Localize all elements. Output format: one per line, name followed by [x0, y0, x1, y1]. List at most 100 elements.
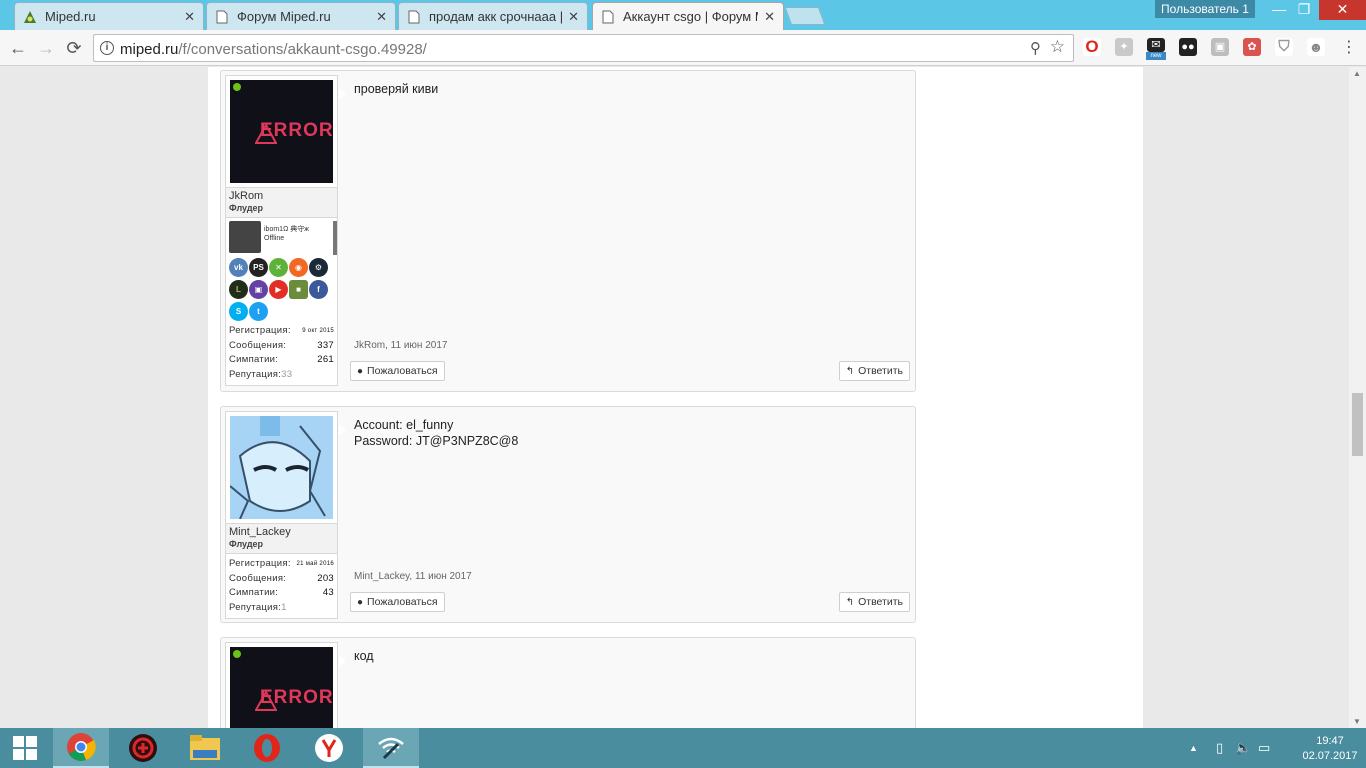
skype-icon[interactable]: S	[229, 302, 248, 321]
minimize-icon[interactable]: —	[1264, 0, 1294, 20]
reply-button[interactable]: ↰ Ответить	[838, 361, 910, 381]
stat-messages: Сообщения: 203	[229, 572, 334, 584]
scroll-down-icon[interactable]: ▼	[1353, 717, 1361, 726]
paw-extension-icon[interactable]: ✿	[1243, 38, 1261, 56]
xbox-icon[interactable]: ✕	[269, 258, 288, 277]
stat-registration: Регистрация: 21 май 2016	[229, 558, 334, 569]
alert-icon: ●	[357, 366, 364, 377]
close-tab-icon[interactable]: ✕	[376, 9, 387, 25]
profile-user-label[interactable]: Пользователь 1	[1155, 0, 1255, 18]
ublock-icon[interactable]: ⛉	[1275, 38, 1293, 56]
avatar[interactable]: ERROR	[225, 642, 346, 728]
yandex-icon[interactable]	[304, 728, 354, 768]
opera-icon[interactable]	[242, 728, 292, 768]
message-text: проверяй киви	[354, 82, 439, 96]
page-scrollbar[interactable]: ▲ ▼	[1349, 67, 1366, 728]
chrome-icon[interactable]	[53, 728, 109, 768]
ice-character-avatar-image	[230, 416, 333, 519]
tab-miped[interactable]: Miped.ru ✕	[14, 2, 204, 30]
new-tab-button[interactable]	[784, 7, 826, 25]
reply-button[interactable]: ↰ Ответить	[838, 592, 910, 612]
online-indicator-icon	[233, 650, 241, 658]
friend-scrollbar[interactable]	[333, 221, 337, 255]
mail-new-icon[interactable]: ✉	[1147, 38, 1165, 52]
tab-account-csgo[interactable]: Аккаунт csgo | Форум M ✕	[592, 2, 784, 30]
bookmark-star-icon[interactable]: ☆	[1050, 37, 1065, 57]
minecraft-icon[interactable]: ■	[289, 280, 308, 299]
battery-icon[interactable]: ▯	[1216, 740, 1223, 756]
info-icon[interactable]: i	[100, 41, 114, 55]
reload-icon[interactable]: ⟳	[63, 37, 85, 59]
league-icon[interactable]: L	[229, 280, 248, 299]
vk-icon[interactable]: vk	[229, 258, 248, 277]
message-user-block: ERROR JkRom Флудер ibom1Ω 典守ж Offline vk…	[225, 75, 346, 386]
url-text[interactable]: miped.ru/f/conversations/akkaunt-csgo.49…	[120, 41, 427, 58]
friend-card[interactable]: ibom1Ω 典守ж Offline	[229, 221, 337, 255]
scroll-up-icon[interactable]: ▲	[1353, 69, 1361, 78]
friend-name: ibom1Ω 典守ж	[264, 226, 309, 233]
stat-likes: Симпатии: 43	[229, 587, 334, 598]
tray-expand-icon[interactable]: ▲	[1189, 743, 1198, 753]
close-tab-icon[interactable]: ✕	[568, 9, 579, 25]
twitch-icon[interactable]: ▣	[249, 280, 268, 299]
ice-character-icon	[230, 416, 333, 519]
tab-title: Форум Miped.ru	[237, 9, 331, 24]
browser-tab-bar: Miped.ru ✕ Форум Miped.ru ✕ продам акк с…	[0, 0, 1366, 30]
back-arrow-icon[interactable]: ←	[7, 37, 29, 59]
speech-arrow-icon	[339, 88, 346, 100]
game-launcher-icon[interactable]	[118, 728, 168, 768]
report-button[interactable]: ● Пожаловаться	[350, 361, 445, 381]
username-link[interactable]: JkRom	[229, 190, 334, 202]
shield-extension-icon[interactable]: ✦	[1115, 38, 1133, 56]
zoom-icon[interactable]: ⚲	[1030, 39, 1041, 57]
stat-messages: Сообщения: 337	[229, 339, 334, 351]
volume-icon[interactable]: 🔈	[1235, 740, 1251, 756]
network-icon[interactable]: ▭	[1258, 740, 1270, 756]
twitter-icon[interactable]: t	[249, 302, 268, 321]
close-window-icon[interactable]: ✕	[1319, 0, 1366, 20]
chrome-menu-icon[interactable]: ⋮	[1338, 37, 1360, 59]
message-meta[interactable]: JkRom, 11 июн 2017	[354, 340, 447, 351]
username-link[interactable]: Mint_Lackey	[229, 526, 334, 538]
tab-title: продам акк срочнааа | Ф	[429, 9, 563, 24]
avatar[interactable]: ERROR	[225, 75, 346, 188]
tampermonkey-icon[interactable]: ●●	[1179, 38, 1197, 56]
facebook-icon[interactable]: f	[309, 280, 328, 299]
tab-title: Аккаунт csgo | Форум M	[623, 9, 759, 24]
windows-start-icon[interactable]	[0, 728, 50, 768]
forward-arrow-icon[interactable]: →	[35, 37, 57, 59]
file-explorer-icon[interactable]	[180, 728, 230, 768]
message: ERROR JkRom Флудер ibom1Ω 典守ж Offline vk…	[220, 70, 916, 392]
social-icons: vk PS ✕ ◉ ⚙ L ▣ ▶ ■ f S t	[229, 258, 333, 324]
image-extension-icon[interactable]: ▣	[1211, 38, 1229, 56]
scrollbar-thumb[interactable]	[1352, 393, 1363, 456]
speech-arrow-icon	[339, 655, 346, 667]
reply-arrow-icon: ↰	[845, 366, 855, 377]
close-tab-icon[interactable]: ✕	[764, 9, 775, 25]
origin-icon[interactable]: ◉	[289, 258, 308, 277]
avatar-error-text: ERROR	[260, 120, 333, 141]
page-icon	[407, 10, 421, 24]
message-text: код	[354, 649, 374, 663]
avatar[interactable]	[225, 411, 346, 524]
opera-icon[interactable]: O	[1083, 38, 1101, 56]
system-clock[interactable]: 19:47 02.07.2017	[1295, 734, 1365, 764]
online-indicator-icon	[233, 83, 241, 91]
report-button[interactable]: ● Пожаловаться	[350, 592, 445, 612]
close-tab-icon[interactable]: ✕	[184, 9, 195, 25]
clock-date: 02.07.2017	[1302, 750, 1358, 762]
network-app-icon[interactable]	[363, 728, 419, 768]
message-meta[interactable]: Mint_Lackey, 11 июн 2017	[354, 571, 472, 582]
playstation-icon[interactable]: PS	[249, 258, 268, 277]
restore-icon[interactable]: ❐	[1291, 0, 1317, 20]
tab-sell-account[interactable]: продам акк срочнааа | Ф ✕	[398, 2, 588, 30]
steam-icon[interactable]: ⚙	[309, 258, 328, 277]
page-icon	[601, 10, 615, 24]
user-extension-icon[interactable]: ☻	[1307, 38, 1325, 56]
message: Mint_Lackey Флудер Регистрация: 21 май 20…	[220, 406, 916, 623]
stat-likes: Симпатии: 261	[229, 354, 334, 365]
user-rank: Флудер	[229, 539, 264, 549]
youtube-icon[interactable]: ▶	[269, 280, 288, 299]
tab-forum[interactable]: Форум Miped.ru ✕	[206, 2, 396, 30]
address-bar[interactable]: i miped.ru/f/conversations/akkaunt-csgo.…	[93, 34, 1074, 62]
